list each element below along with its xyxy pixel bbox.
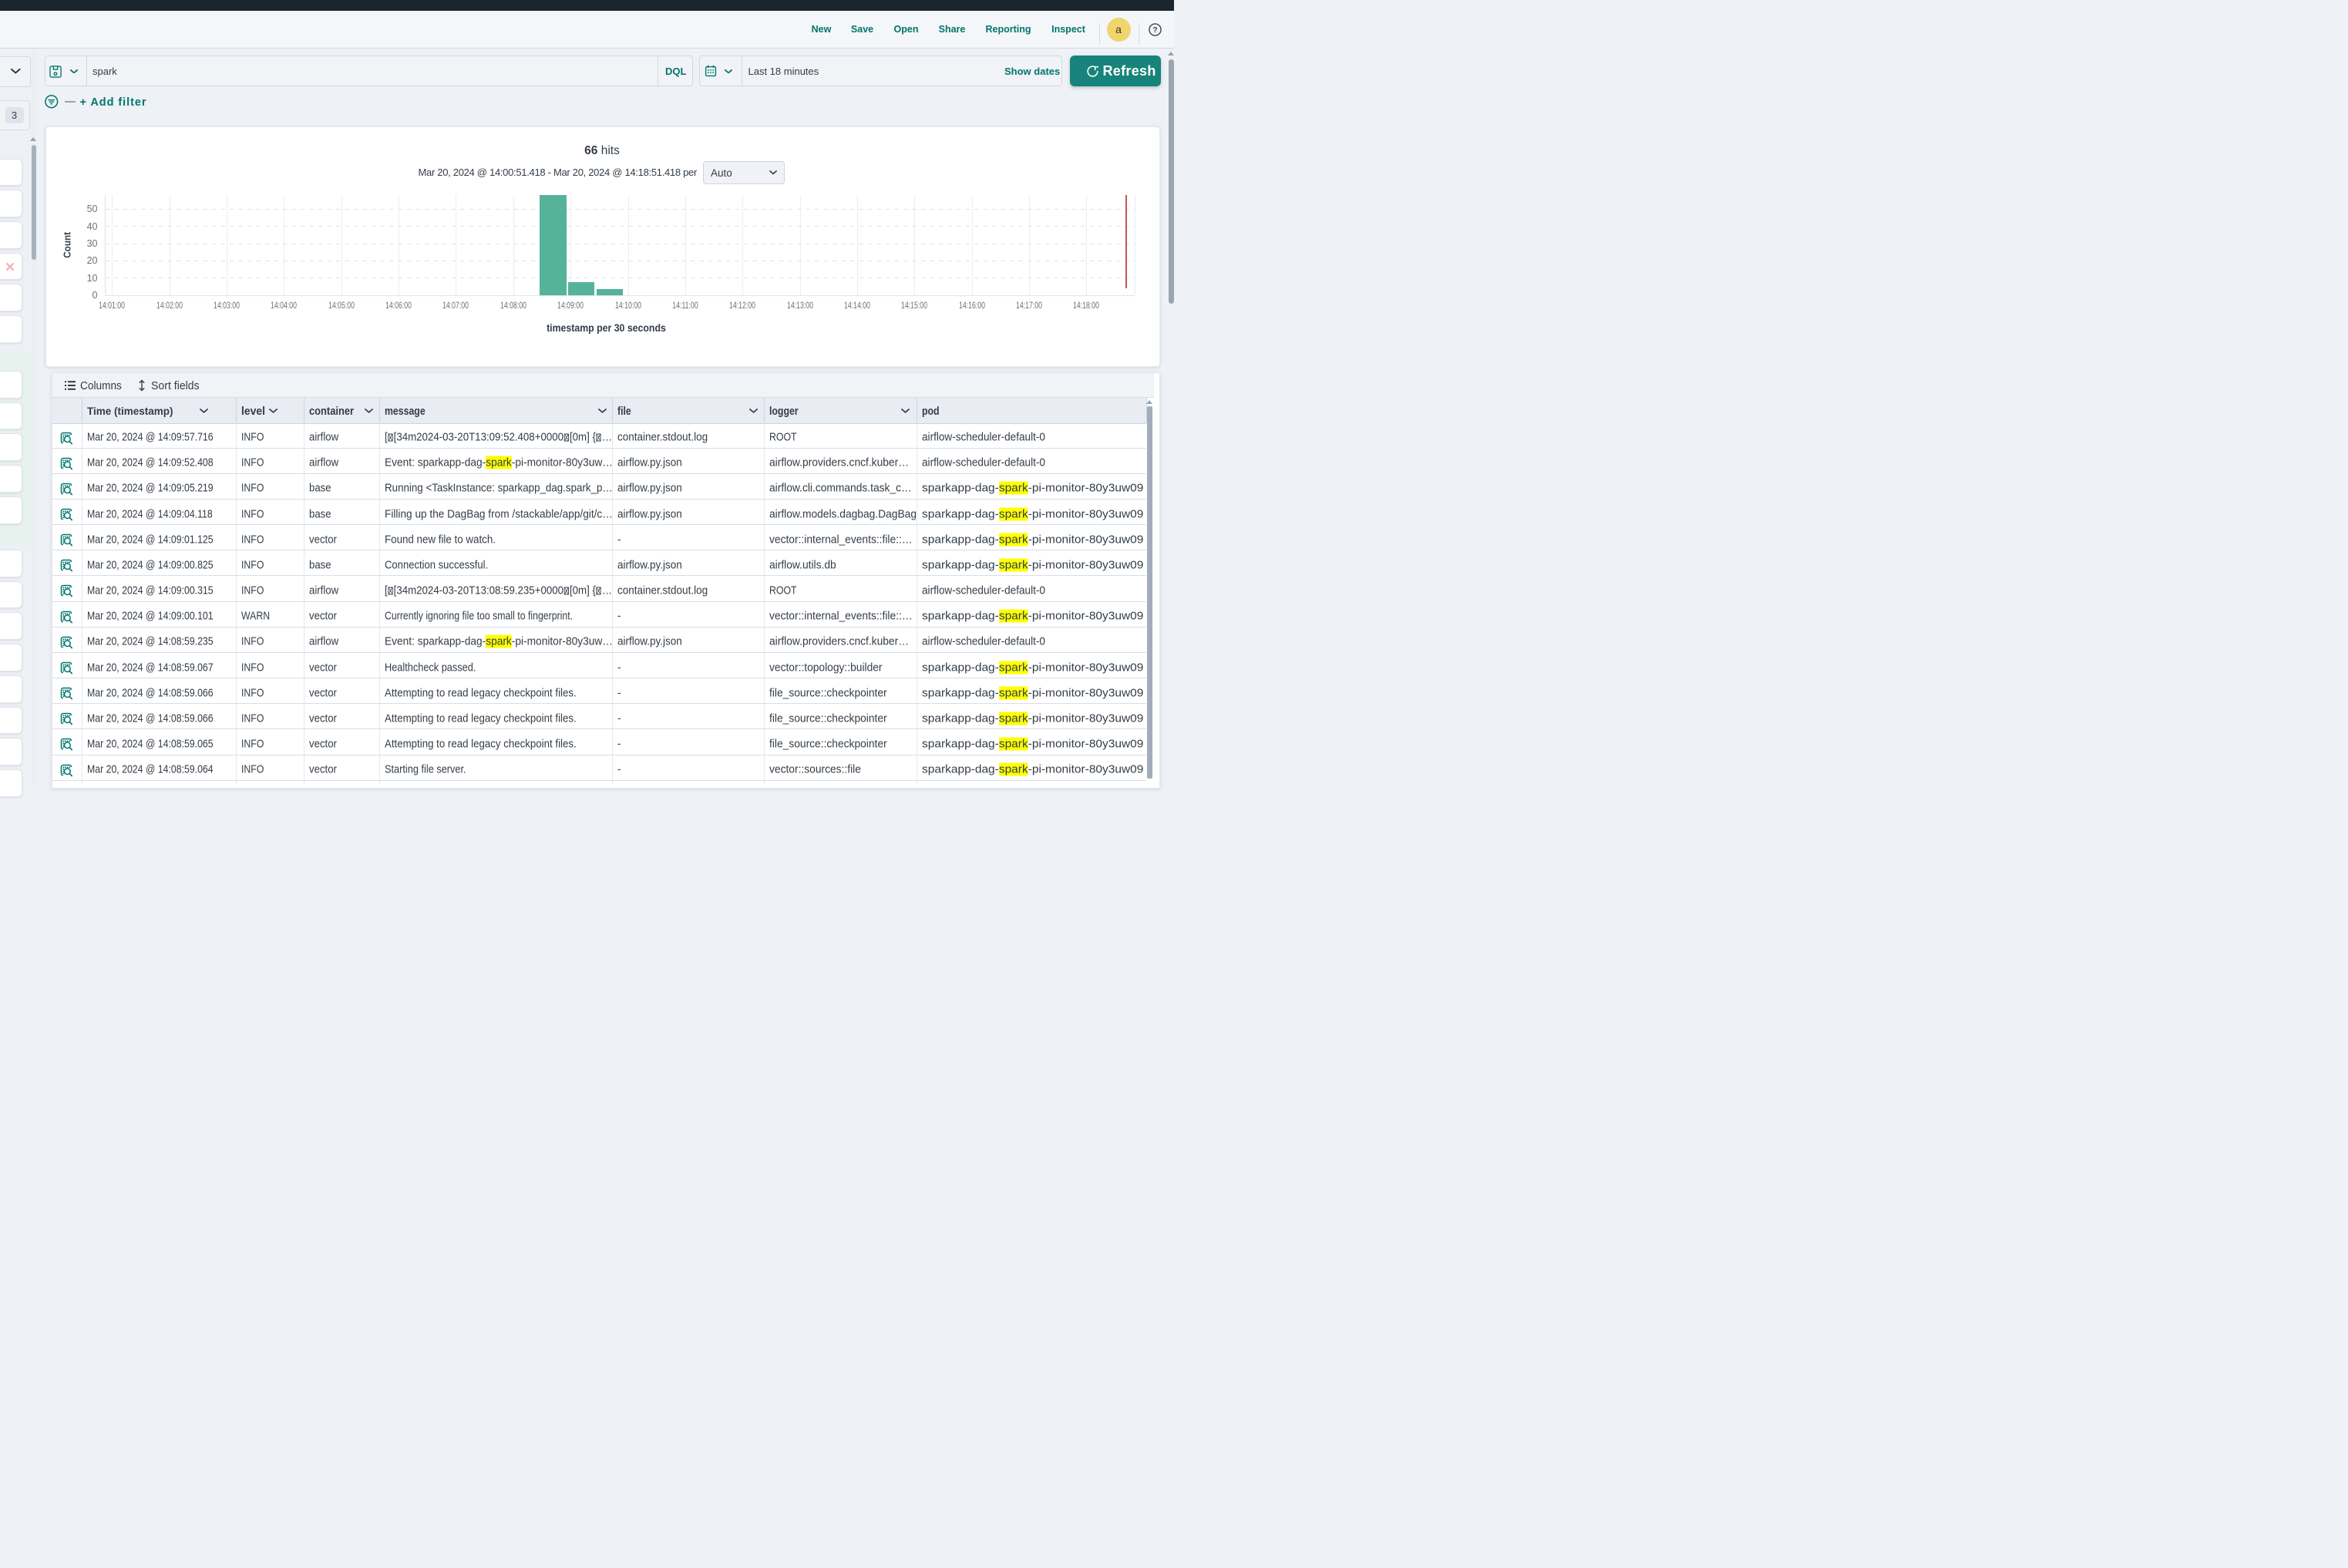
svg-text:?: ? bbox=[1152, 25, 1157, 35]
